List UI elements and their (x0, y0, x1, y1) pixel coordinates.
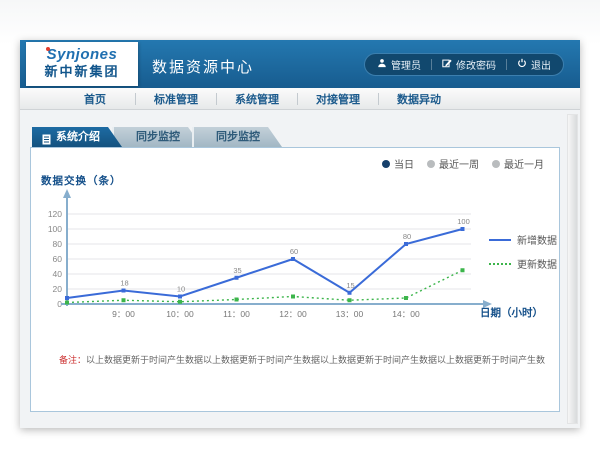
svg-text:9：00: 9：00 (112, 309, 135, 319)
legend-item-updated-data: 更新数据 (489, 256, 557, 271)
tab-sync-monitor-2[interactable]: 同步监控 (192, 127, 282, 147)
content-area: 系统介绍 同步监控 同步监控 当日 最近一周 最近一月 数据交换 (20, 110, 580, 428)
logo-text-en: Synjones (26, 47, 138, 63)
footnote: 备注：以上数据更新于时间产生数据以上数据更新于时间产生数据以上数据更新于时间产生… (59, 353, 545, 366)
svg-text:60: 60 (290, 247, 298, 256)
logo-text-cn: 新中新集团 (26, 63, 138, 80)
vertical-scrollbar[interactable] (567, 114, 578, 424)
time-range-radios: 当日 最近一周 最近一月 (382, 156, 544, 171)
divider (506, 59, 507, 70)
document-icon (42, 132, 51, 143)
radio-dot (382, 160, 390, 168)
user-menu: 管理员 修改密码 退出 (364, 53, 564, 76)
svg-text:10：00: 10：00 (166, 309, 194, 319)
svg-text:80: 80 (53, 239, 63, 249)
svg-text:100: 100 (48, 224, 62, 234)
admin-button[interactable]: 管理员 (377, 57, 421, 72)
radio-dot (492, 160, 500, 168)
radio-dot (427, 160, 435, 168)
chart-card: 当日 最近一周 最近一月 数据交换（条） 0204060801001209：00… (30, 147, 560, 412)
radio-last-month[interactable]: 最近一月 (492, 156, 544, 171)
logout-button[interactable]: 退出 (517, 57, 551, 72)
svg-text:12：00: 12：00 (279, 309, 307, 319)
nav-item-home[interactable]: 首页 (55, 91, 135, 107)
svg-text:120: 120 (48, 209, 62, 219)
nav-item-standard-mgmt[interactable]: 标准管理 (136, 91, 216, 107)
power-icon (517, 58, 527, 71)
divider (431, 59, 432, 70)
svg-text:20: 20 (53, 284, 63, 294)
main-nav: 首页 标准管理 系统管理 对接管理 数据异动 (20, 88, 580, 110)
green-dotted-line-sample (489, 263, 511, 265)
svg-text:13：00: 13：00 (336, 309, 364, 319)
nav-item-data-change[interactable]: 数据异动 (379, 91, 459, 107)
x-axis-title: 日期（小时） (480, 305, 543, 320)
svg-text:100: 100 (457, 217, 470, 226)
logo[interactable]: Synjones 新中新集团 (26, 42, 138, 86)
edit-icon (442, 58, 452, 71)
blue-line-sample (489, 239, 511, 241)
svg-text:35: 35 (233, 266, 241, 275)
nav-item-interface-mgmt[interactable]: 对接管理 (298, 91, 378, 107)
chart-legend: 新增数据 更新数据 (489, 232, 557, 271)
svg-text:15: 15 (346, 281, 354, 290)
svg-text:18: 18 (120, 279, 128, 288)
svg-text:40: 40 (53, 269, 63, 279)
svg-text:80: 80 (403, 232, 411, 241)
svg-text:60: 60 (53, 254, 63, 264)
footnote-prefix: 备注： (59, 355, 86, 365)
app-header: Synjones 新中新集团 数据资源中心 管理员 修改密码 (20, 40, 580, 88)
browser-page: Synjones 新中新集团 数据资源中心 管理员 修改密码 (20, 40, 580, 428)
tab-system-intro[interactable]: 系统介绍 (32, 127, 122, 147)
radio-today[interactable]: 当日 (382, 156, 414, 171)
change-password-button[interactable]: 修改密码 (442, 57, 496, 72)
app-title: 数据资源中心 (152, 56, 254, 77)
logo-red-dot (46, 47, 50, 51)
legend-item-new-data: 新增数据 (489, 232, 557, 247)
radio-last-week[interactable]: 最近一周 (427, 156, 479, 171)
user-icon (377, 58, 387, 71)
tab-bar: 系统介绍 同步监控 同步监控 (32, 127, 282, 147)
nav-item-system-mgmt[interactable]: 系统管理 (217, 91, 297, 107)
tab-sync-monitor-1[interactable]: 同步监控 (112, 127, 202, 147)
svg-text:14：00: 14：00 (392, 309, 420, 319)
svg-text:11：00: 11：00 (223, 309, 250, 319)
svg-text:10: 10 (177, 285, 185, 294)
